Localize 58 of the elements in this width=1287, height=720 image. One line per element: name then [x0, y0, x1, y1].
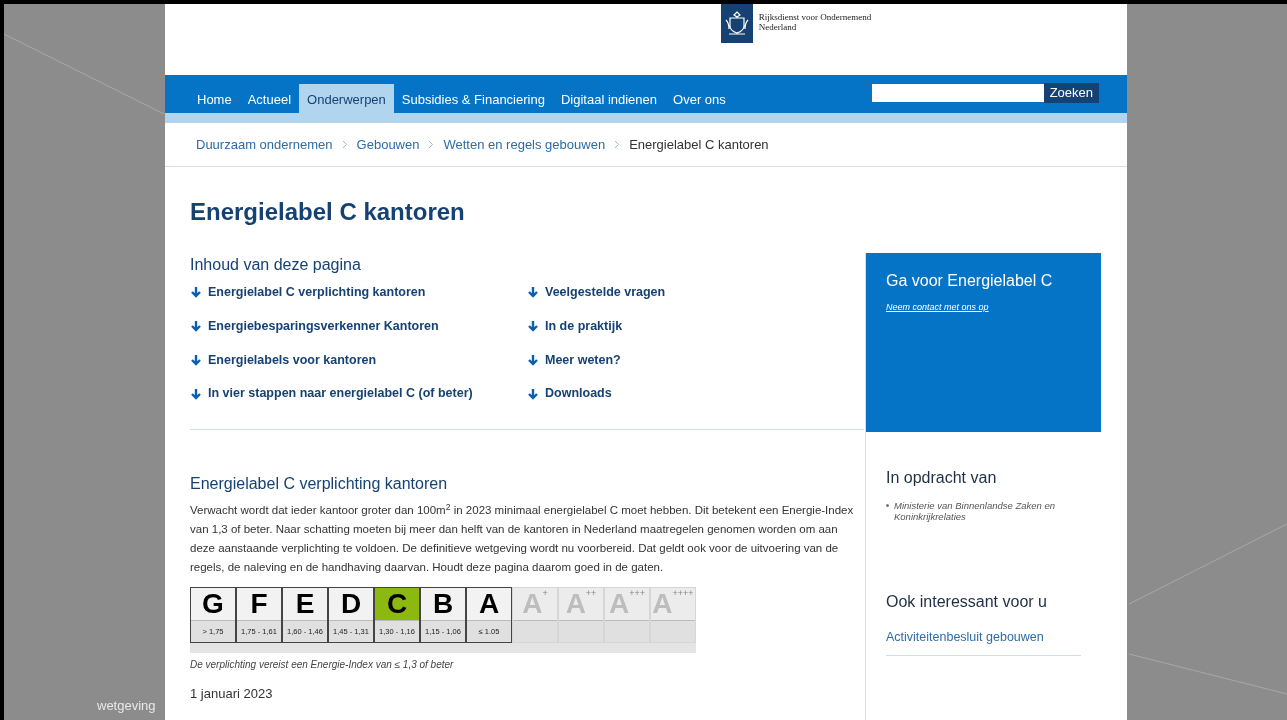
- search-field[interactable]: [871, 84, 1044, 102]
- arrow-down-icon: [190, 286, 202, 299]
- plus-mark: ++: [585, 588, 597, 598]
- page-title: Energielabel C kantoren: [190, 197, 466, 227]
- plus-mark: +++: [629, 588, 645, 598]
- arrow-down-icon: [190, 387, 202, 400]
- toc-link[interactable]: In de praktijk: [545, 316, 623, 336]
- chevron-right-icon: [614, 140, 621, 149]
- nav-tab[interactable]: Over ons: [665, 83, 734, 113]
- bullet-icon: [886, 504, 889, 507]
- toc-link[interactable]: Downloads: [545, 384, 612, 403]
- breadcrumb-link[interactable]: Gebouwen: [356, 134, 420, 155]
- sidebar-heading: In opdracht van: [886, 468, 998, 488]
- energy-class-letter: C: [386, 588, 408, 620]
- energy-class-letter: B: [432, 588, 454, 620]
- cta-title: Ga voor Energielabel C: [886, 271, 1053, 291]
- arrow-down-icon: [190, 320, 202, 333]
- section-heading: Energielabel C verplichting kantoren: [190, 474, 449, 494]
- nav-tab[interactable]: Subsidies & Financiering: [393, 83, 553, 113]
- contact-link[interactable]: Neem contact met ons op: [886, 301, 989, 315]
- toc-link[interactable]: Energielabels voor kantoren: [208, 350, 377, 370]
- chevron-right-icon: [428, 140, 435, 149]
- energy-class-letter: D: [340, 588, 362, 620]
- related-link[interactable]: Activiteitenbesluit gebouwen: [886, 628, 1081, 656]
- arrow-down-icon: [527, 353, 539, 366]
- energy-class-letter: G: [202, 588, 224, 620]
- energy-class-letter: E: [295, 588, 315, 620]
- agency-name: Nederland: [758, 22, 798, 32]
- search-button[interactable]: Zoeken: [1043, 83, 1099, 103]
- slide-caption: wetgeving: [97, 697, 156, 715]
- breadcrumb-link[interactable]: Wetten en regels gebouwen: [443, 134, 606, 155]
- toc-link[interactable]: In vier stappen naar energielabel C (of beter): [208, 384, 473, 403]
- date-heading: 1 januari 2023: [190, 685, 274, 703]
- nav-tab[interactable]: Onderwerpen: [299, 83, 394, 113]
- sidebar-heading: Ook interessant voor u: [886, 592, 1048, 612]
- energy-class-letter: F: [250, 588, 268, 620]
- toc-heading: Inhoud van deze pagina: [190, 255, 362, 275]
- toc-link[interactable]: Energielabel C verplichting kantoren: [208, 283, 426, 302]
- plus-mark: +: [542, 588, 548, 598]
- agency-name: Rijksdienst voor Ondernemend: [758, 12, 872, 22]
- arrow-down-icon: [527, 387, 539, 400]
- arrow-down-icon: [527, 320, 539, 333]
- arrow-down-icon: [190, 353, 202, 366]
- nav-tab[interactable]: Home: [189, 83, 240, 113]
- plus-mark: ++++: [672, 588, 694, 598]
- scale-caption: De verplichting vereist een Energie-Index van ≤ 1,3 of beter: [190, 658, 455, 672]
- nav-tab[interactable]: Actueel: [239, 83, 300, 113]
- nav-tab[interactable]: Digitaal indienen: [552, 83, 666, 113]
- current-page-text: Energielabel C kantoren: [629, 135, 769, 154]
- breadcrumb-link[interactable]: Duurzaam ondernemen: [196, 134, 333, 155]
- section-paragraph: Verwacht wordt dat ieder kantoor groter dan 100m$^{2}$ in 2023 minimaal energielabel C moet hebben. Dit betekent een Energie-Index van 1,3 of beter. Naar schatting moeten bij meer dan helft van de kantoren in Nederland maatregelen genomen worden om aan deze aanstaande verplichting te voldoen. De definitieve wetgeving wordt nu voorbereid. Dat geldt ook voor de uitvoering van de regels, de naleving en de handhaving daarvan. Houdt deze pagina daarom goed in de gaten.: [190, 501, 855, 575]
- toc-link[interactable]: Veelgestelde vragen: [545, 283, 666, 302]
- ministry-name: Ministerie van Binnenlandse Zaken en Koninkrijkrelaties: [894, 500, 1057, 522]
- energy-class-letter: A: [478, 588, 500, 620]
- chevron-right-icon: [341, 140, 348, 149]
- toc-link[interactable]: Energiebesparingsverkenner Kantoren: [208, 316, 439, 336]
- toc-link[interactable]: Meer weten?: [545, 350, 621, 370]
- arrow-down-icon: [527, 286, 539, 299]
